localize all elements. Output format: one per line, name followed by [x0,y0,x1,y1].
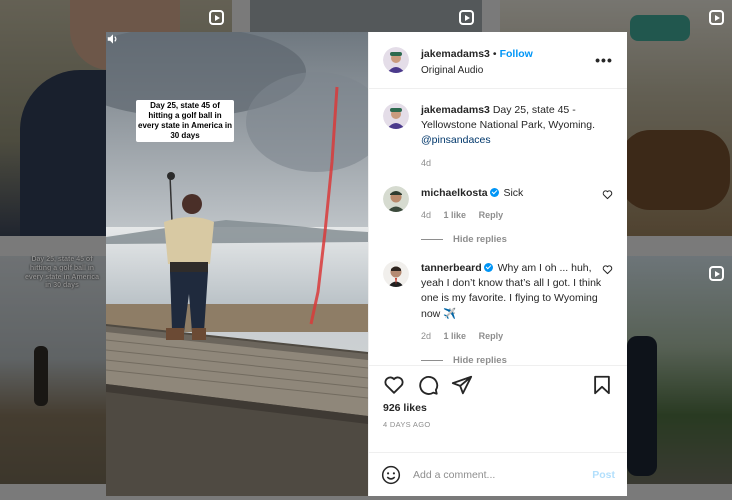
add-comment-bar: Post [369,452,627,496]
avatar[interactable] [383,103,409,129]
comment-likes[interactable]: 1 like [444,331,467,341]
post-date: 4 DAYS AGO [383,420,431,429]
reply-button[interactable]: Reply [479,331,504,341]
comment-username[interactable]: tannerbeard [421,262,482,274]
comments-section: jakemadams3 Day 25, state 45 - Yellowsto… [369,89,627,365]
separator-dot: • [492,48,497,60]
comment-likes[interactable]: 1 like [444,210,467,220]
caption-time: 4d [421,157,432,168]
hide-replies-label: Hide replies [453,233,507,245]
comment-row: michaelkosta Sick 4d 1 like Reply [383,185,613,222]
reel-icon [709,266,724,281]
save-icon[interactable] [591,374,613,396]
comment-meta: 2d 1 like Reply [421,330,602,343]
comment-row: tannerbeard Why am I oh ... huh, yeah I … [383,260,613,343]
likes-count[interactable]: 926 likes [383,402,613,414]
verified-badge-icon [483,262,493,272]
hide-replies-button[interactable]: Hide replies [421,234,613,245]
post-video[interactable]: Day 25, state 45 of hitting a golf ball … [106,32,368,496]
avatar[interactable] [383,260,409,287]
like-comment-heart-icon[interactable] [602,189,613,200]
reply-button[interactable]: Reply [479,210,504,220]
comment-text: Sick [503,186,524,199]
avatar[interactable] [383,47,409,73]
bg-dim [627,256,732,484]
like-comment-heart-icon[interactable] [602,264,613,275]
bg-dim [0,256,106,484]
reel-icon [209,10,224,25]
post-actions: 926 likes 4 DAYS AGO [369,365,627,452]
caption-row: jakemadams3 Day 25, state 45 - Yellowsto… [383,103,613,170]
bg-post-tile-4[interactable]: Day 25, state 45 of hitting a golf ball … [0,256,106,484]
comment-icon[interactable] [417,374,439,396]
bg-post-tile-2[interactable] [250,0,482,32]
sound-icon[interactable] [106,32,120,46]
post-header: jakemadams3 • Follow Original Audio ••• [369,32,627,89]
hide-replies-label: Hide replies [453,354,507,365]
bg-post-tile-5[interactable] [627,256,732,484]
post-author-username[interactable]: jakemadams3 [421,48,490,60]
follow-button[interactable]: Follow [500,48,533,60]
comment-time: 4d [421,209,432,220]
post-sidebar: jakemadams3 • Follow Original Audio ••• ja… [368,32,627,496]
action-icons [383,374,613,396]
verified-badge-icon [489,187,499,197]
hide-replies-button[interactable]: Hide replies [421,355,613,365]
divider [421,238,443,240]
comment-time: 2d [421,330,432,341]
avatar[interactable] [383,185,409,212]
emoji-icon[interactable] [381,465,401,485]
comment-meta: 4d 1 like Reply [421,209,602,222]
share-icon[interactable] [451,374,473,396]
more-options-icon[interactable]: ••• [595,52,613,68]
caption-mention-link[interactable]: @pinsandaces [421,134,491,146]
post-comment-button[interactable]: Post [592,469,615,481]
divider [421,359,443,361]
caption-meta: 4d [421,157,613,170]
comment-input[interactable] [413,468,593,481]
audio-label[interactable]: Original Audio [421,65,595,76]
reel-icon [459,10,474,25]
bg-dim [250,0,482,32]
comment-username[interactable]: michaelkosta [421,187,488,199]
heart-icon[interactable] [383,374,405,396]
post-modal: Day 25, state 45 of hitting a golf ball … [106,32,627,496]
reel-icon [709,10,724,25]
video-text-overlay: Day 25, state 45 of hitting a golf ball … [136,100,234,142]
caption-username[interactable]: jakemadams3 [421,104,490,116]
